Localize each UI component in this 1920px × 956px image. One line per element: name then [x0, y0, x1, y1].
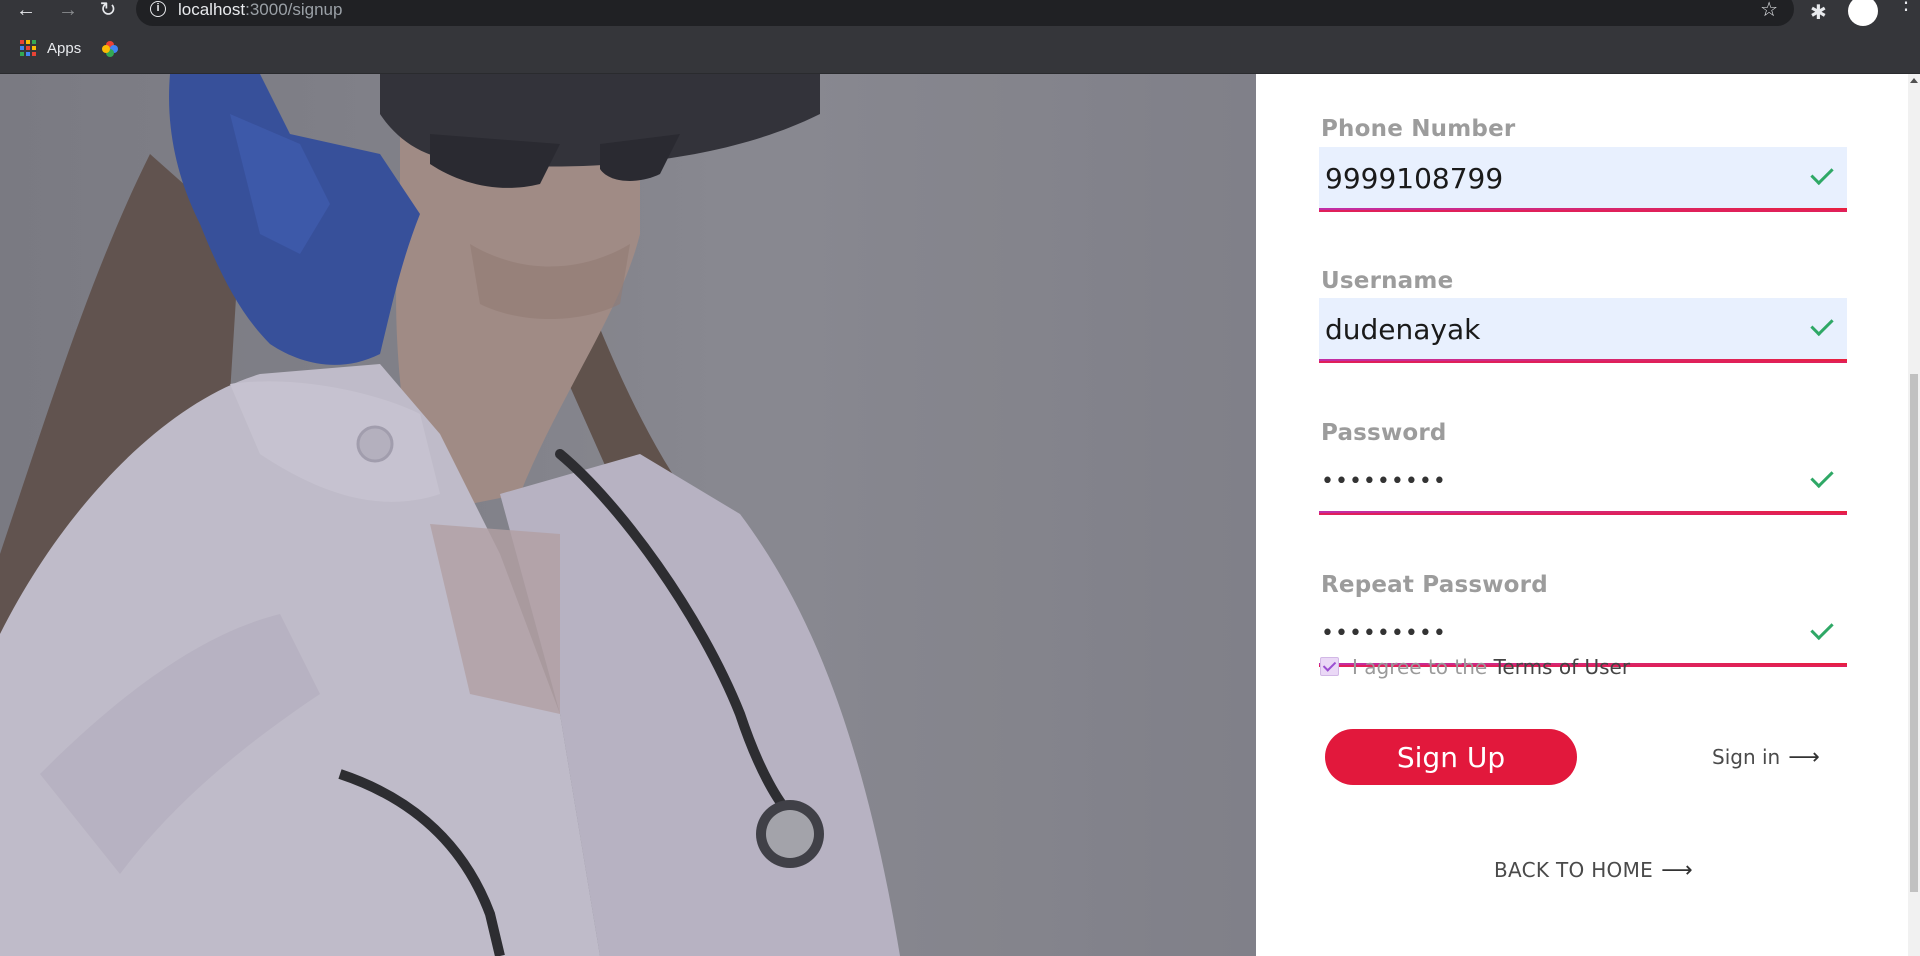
signin-link[interactable]: Sign in ⟶: [1712, 745, 1820, 770]
apps-grid-icon[interactable]: [20, 40, 36, 56]
reload-icon[interactable]: ↻: [96, 0, 120, 22]
valid-check-icon: [1813, 622, 1835, 636]
page-scrollbar[interactable]: [1908, 74, 1920, 956]
hero-image-doctor-vr: [0, 74, 1256, 956]
extensions-puzzle-icon[interactable]: ✱: [1810, 0, 1827, 25]
password-field[interactable]: [1319, 450, 1847, 515]
valid-check-icon: [1813, 318, 1835, 332]
arrow-right-icon: ⟶: [1661, 858, 1693, 883]
scroll-up-arrow-icon[interactable]: [1910, 78, 1918, 83]
browser-toolbar: ← → ↻ i localhost:3000/signup ☆ ✱ ⋮: [0, 0, 1920, 26]
scrollbar-thumb[interactable]: [1910, 374, 1918, 892]
apps-bookmark[interactable]: Apps: [47, 40, 81, 57]
photos-pinwheel-icon[interactable]: [100, 39, 120, 59]
site-info-icon[interactable]: i: [150, 1, 166, 17]
back-arrow-icon[interactable]: ←: [14, 0, 38, 22]
browser-chrome: ← → ↻ i localhost:3000/signup ☆ ✱ ⋮ Apps: [0, 0, 1920, 74]
phone-input[interactable]: [1325, 147, 1805, 210]
username-field[interactable]: [1319, 298, 1847, 363]
terms-prefix: I agree to the: [1352, 655, 1494, 679]
username-label: Username: [1321, 268, 1454, 294]
bookmark-star-icon[interactable]: ☆: [1760, 0, 1778, 22]
url-path: :3000/signup: [245, 0, 343, 19]
phone-field[interactable]: [1319, 147, 1847, 212]
address-bar[interactable]: i localhost:3000/signup ☆: [136, 0, 1794, 26]
password-input[interactable]: [1321, 450, 1801, 513]
terms-link[interactable]: Terms of User: [1494, 655, 1630, 679]
url-host: localhost: [178, 0, 246, 19]
repeat-password-label: Repeat Password: [1321, 572, 1548, 598]
terms-checkbox[interactable]: [1320, 657, 1339, 676]
url-text[interactable]: localhost:3000/signup: [178, 0, 342, 20]
arrow-right-icon: ⟶: [1788, 745, 1820, 770]
back-to-home-link[interactable]: BACK TO HOME ⟶: [1494, 858, 1693, 883]
username-input[interactable]: [1325, 298, 1805, 361]
phone-label: Phone Number: [1321, 116, 1516, 142]
signup-button[interactable]: Sign Up: [1325, 729, 1577, 785]
signin-label: Sign in: [1712, 745, 1781, 769]
password-label: Password: [1321, 420, 1447, 446]
bookmarks-bar: Apps: [0, 26, 1920, 74]
browser-menu-icon[interactable]: ⋮: [1896, 0, 1916, 13]
back-home-label: BACK TO HOME: [1494, 858, 1654, 882]
forward-arrow-icon[interactable]: →: [56, 0, 80, 22]
valid-check-icon: [1813, 167, 1835, 181]
valid-check-icon: [1813, 470, 1835, 484]
profile-avatar[interactable]: [1848, 0, 1878, 26]
terms-text: I agree to the Terms of User: [1352, 655, 1630, 679]
